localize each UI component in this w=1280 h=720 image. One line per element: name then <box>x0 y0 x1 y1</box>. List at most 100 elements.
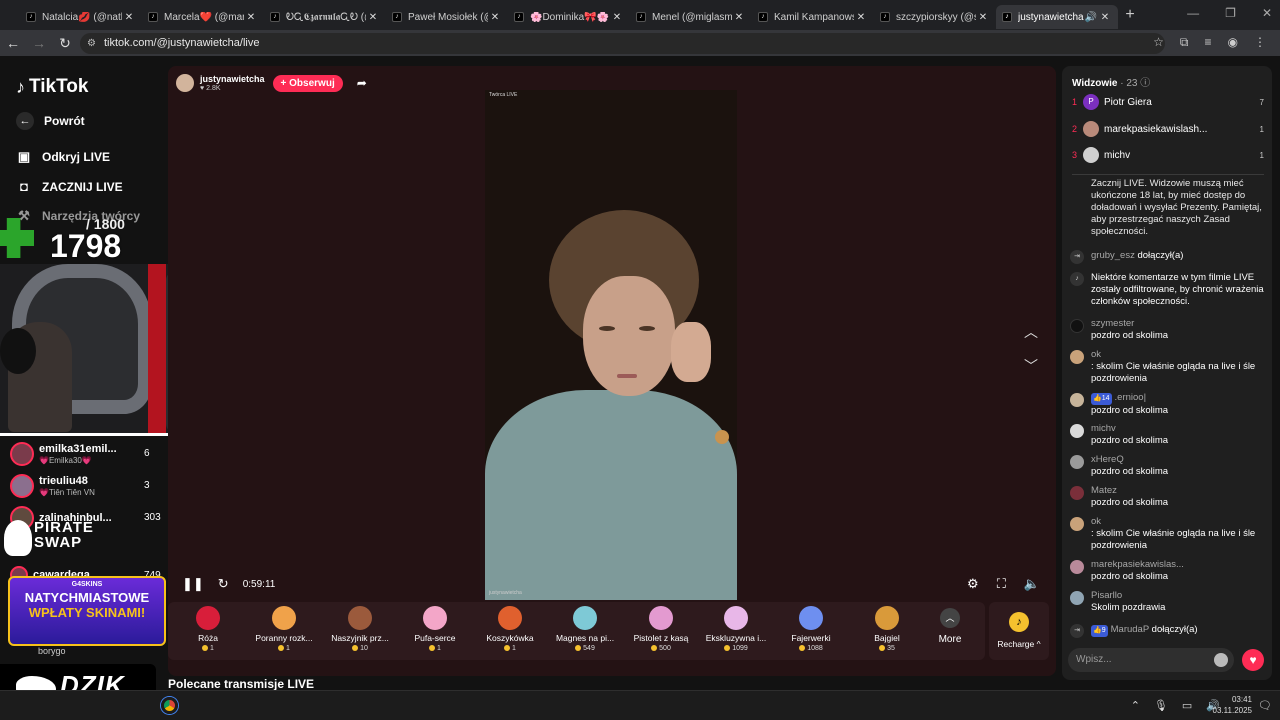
chevron-up-icon[interactable]: ︿ <box>1024 322 1038 342</box>
message-user[interactable]: Pisarllo <box>1091 590 1165 602</box>
close-tab-icon[interactable]: ✕ <box>122 12 136 23</box>
message-user[interactable]: gruby_esz <box>1091 250 1135 261</box>
message-user[interactable]: michv <box>1091 423 1168 435</box>
avatar[interactable] <box>1070 517 1084 531</box>
gift-morning-bloom[interactable]: Poranny rozk... 1 <box>247 606 321 652</box>
close-tab-icon[interactable]: ✕ <box>732 12 746 23</box>
reload-icon[interactable]: ↻ <box>52 35 78 52</box>
chevron-down-icon[interactable]: ﹀ <box>1024 356 1038 376</box>
tray-chevron-icon[interactable]: ⌃ <box>1131 699 1140 712</box>
message-user[interactable]: .ernioo| <box>1115 392 1147 403</box>
close-tab-icon[interactable]: ✕ <box>976 12 990 23</box>
browser-tab[interactable]: ♪ Paweł Mosiołek (@pa✕ <box>386 5 508 29</box>
profile-icon[interactable]: ◉ <box>1228 35 1238 50</box>
microphone-icon[interactable]: 🎙 <box>1154 699 1168 712</box>
back-arrow-icon[interactable]: ← <box>0 35 26 51</box>
clock[interactable]: 03:41 03.11.2025 <box>1213 694 1252 716</box>
browser-tab[interactable]: ♪ Menel (@miglasmig ✕ <box>630 5 752 29</box>
settings-gear-icon[interactable]: ⚙ <box>967 576 979 592</box>
like-heart-button[interactable]: ♥ <box>1242 649 1264 671</box>
close-tab-icon[interactable]: ✕ <box>610 12 624 23</box>
avatar[interactable] <box>1070 591 1084 605</box>
chat-input[interactable]: Wpisz... <box>1068 648 1234 672</box>
tiktok-logo[interactable]: ♪ TikTok <box>16 76 88 98</box>
message-user[interactable]: xHereQ <box>1091 454 1168 466</box>
browser-tab[interactable]: ♪ ᎧᏩ𝕮𝖟𝖆𝖗𝖓𝖚𝖑𝖆ᏩᎧ (@ ✕ <box>264 5 386 29</box>
maximize-icon[interactable]: ❐ <box>1225 6 1236 20</box>
message-user[interactable]: ok <box>1091 516 1266 528</box>
share-icon[interactable]: ➦ <box>357 76 367 90</box>
chrome-icon[interactable] <box>161 697 178 714</box>
browser-tab-active[interactable]: ♪ justynawietcha (@🔊✕ <box>996 5 1118 29</box>
list-item[interactable]: trieuliu48 💗Tiên Tiên VN 3 <box>0 470 165 502</box>
gift-magnet[interactable]: Magnes na pi... 549 <box>548 606 622 652</box>
message-text: Niektóre komentarze w tym filmie LIVE zo… <box>1091 272 1264 307</box>
bookmark-star-icon[interactable]: ☆ <box>1153 35 1164 50</box>
message-user[interactable]: ok <box>1091 349 1266 361</box>
browser-tab[interactable]: ♪ 🌸Dominika🎀🌸 ✕ <box>508 5 630 29</box>
back-link[interactable]: ← Powrót <box>16 112 85 130</box>
video-stream[interactable]: Twórca LIVE justynawietcha <box>485 90 737 600</box>
message-user[interactable]: Matez <box>1091 485 1168 497</box>
gift-heart-puff[interactable]: Pufa-serce 1 <box>398 606 472 652</box>
avatar[interactable] <box>1070 393 1084 407</box>
message-user[interactable]: marekpasiekawislas... <box>1091 559 1184 571</box>
minimize-icon[interactable]: — <box>1187 6 1199 20</box>
close-tab-icon[interactable]: ✕ <box>854 12 868 23</box>
host-likes: ♥ 2.8K <box>200 85 221 92</box>
gift-basketball[interactable]: Koszykówka 1 <box>473 606 547 652</box>
url-bar[interactable]: ⚙ tiktok.com/@justynawietcha/live <box>80 33 1165 54</box>
browser-tab[interactable]: ♪ szczypiorskyy (@szcz✕ <box>874 5 996 29</box>
top-viewer-row[interactable]: 2 marekpasiekawislash... 1 <box>1072 119 1264 139</box>
pause-icon[interactable]: ❚❚ <box>182 576 204 592</box>
message-user[interactable]: MarudaP <box>1111 624 1149 635</box>
volume-icon[interactable]: 🔈 <box>1024 576 1040 592</box>
new-tab-button[interactable]: + <box>1118 6 1142 24</box>
avatar[interactable] <box>1070 350 1084 364</box>
close-tab-icon[interactable]: ✕ <box>488 12 502 23</box>
menu-kebab-icon[interactable]: ⋮ <box>1254 35 1266 50</box>
close-tab-icon[interactable]: ✕ <box>366 12 380 23</box>
browser-tab[interactable]: ♪ Marcela❤️ (@marcel✕ <box>142 5 264 29</box>
gift-bagel[interactable]: Bajgiel 35 <box>850 606 924 652</box>
display-icon[interactable]: ▭ <box>1182 699 1192 712</box>
gift-necklace[interactable]: Naszyjnik prz... 10 <box>323 606 397 652</box>
host-name[interactable]: justynawietcha <box>200 74 265 85</box>
more-gifts-button[interactable]: ︿ More <box>930 608 970 645</box>
fireworks-icon <box>799 606 823 630</box>
close-tab-icon[interactable]: ✕ <box>244 12 258 23</box>
avatar[interactable] <box>1070 424 1084 438</box>
top-viewer-row[interactable]: 1 P Piotr Giera 7 <box>1072 92 1264 112</box>
follow-button[interactable]: + Obserwuj <box>272 74 343 92</box>
avatar[interactable] <box>1070 486 1084 500</box>
recharge-button[interactable]: ♪ Recharge ^ <box>989 602 1049 660</box>
browser-tab[interactable]: ♪ Kamil Kampanowski (✕ <box>752 5 874 29</box>
close-window-icon[interactable]: ✕ <box>1262 6 1272 20</box>
info-icon[interactable]: ⓘ <box>1140 78 1150 89</box>
list-item[interactable]: emilka31emil... 💗Emilka30💗 6 <box>0 438 165 470</box>
sidebar-item-discover-live[interactable]: ▣ Odkryj LIVE <box>16 149 110 165</box>
notification-icon[interactable]: 🗨 <box>1258 699 1272 712</box>
site-info-icon[interactable]: ⚙ <box>87 33 96 54</box>
refresh-icon[interactable]: ↻ <box>218 576 229 592</box>
close-tab-icon[interactable]: ✕ <box>1098 12 1112 23</box>
reading-list-icon[interactable]: ≡ <box>1205 35 1212 50</box>
top-viewer-row[interactable]: 3 michv 1 <box>1072 145 1264 165</box>
avatar[interactable] <box>1070 560 1084 574</box>
extensions-icon[interactable]: ⧉ <box>1180 35 1189 50</box>
g4skins-ad-banner[interactable]: G4SKINS NATYCHMIASTOWE WPŁATY SKINAMI! <box>8 576 166 646</box>
emoji-icon[interactable] <box>1214 653 1228 667</box>
fullscreen-icon[interactable]: ⛶ <box>997 576 1006 592</box>
browser-tab[interactable]: ♪ Natalcia💋 (@natka✕ <box>20 5 142 29</box>
forward-arrow-icon[interactable]: → <box>26 35 52 51</box>
gift-fireworks[interactable]: Fajerwerki 1088 <box>774 606 848 652</box>
avatar[interactable] <box>176 74 194 92</box>
avatar[interactable] <box>1070 455 1084 469</box>
sidebar-item-go-live[interactable]: ◘ ZACZNIJ LIVE <box>16 179 123 194</box>
gift-money-gun[interactable]: Pistolet z kasą 500 <box>624 606 698 652</box>
gift-exclusive[interactable]: Ekskluzywna i... 1099 <box>699 606 773 652</box>
message-user[interactable]: szymester <box>1091 318 1168 330</box>
gift-rose[interactable]: Róża 1 <box>171 606 245 652</box>
avatar[interactable] <box>1070 319 1084 333</box>
speaker-icon[interactable]: 🔊 <box>1084 12 1098 23</box>
